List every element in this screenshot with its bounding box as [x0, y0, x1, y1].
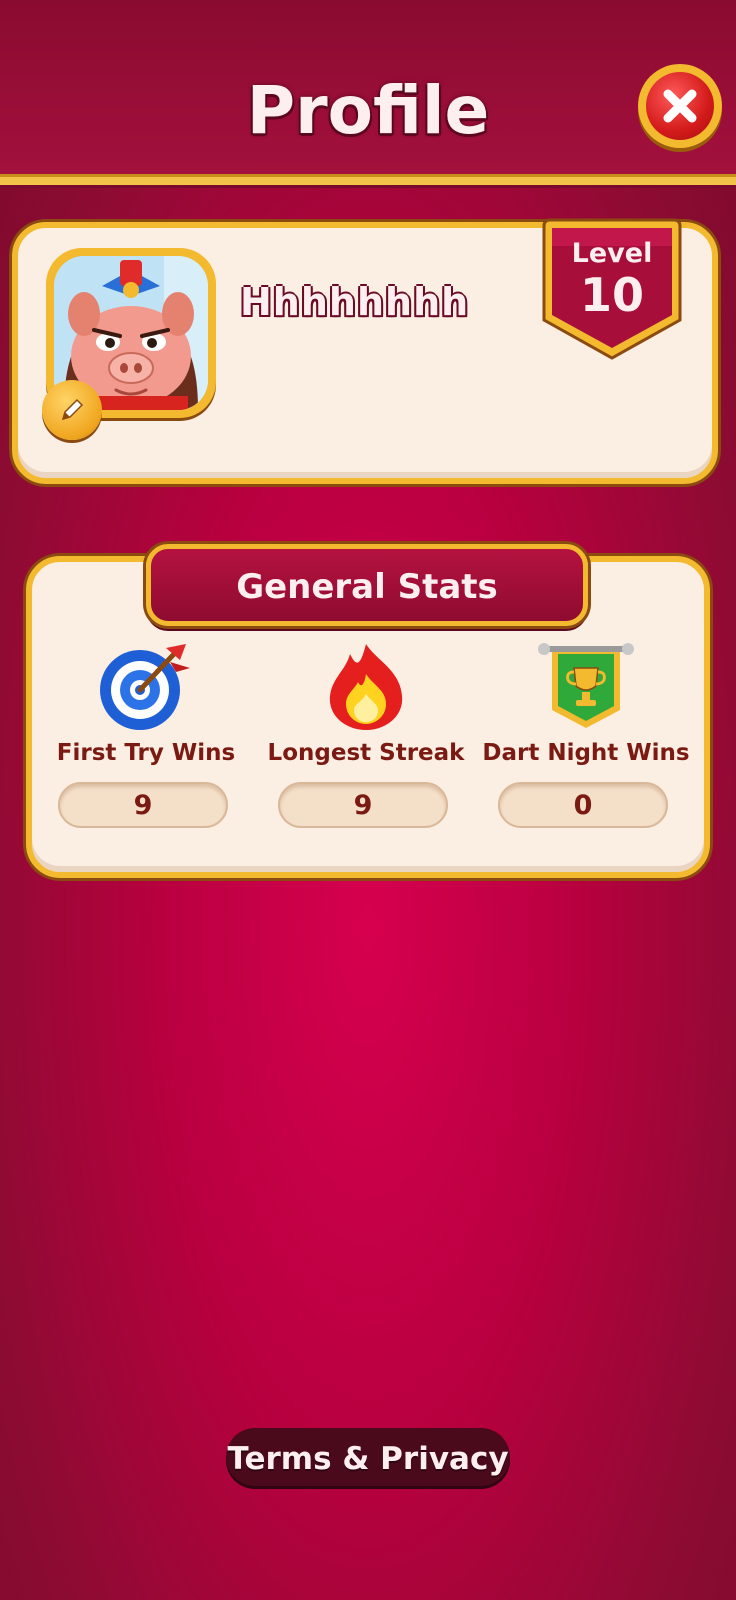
- username[interactable]: Hhhhhhhh: [240, 280, 469, 324]
- stat-value: 9: [278, 782, 448, 828]
- flame-icon: [329, 644, 403, 730]
- stat-value: 0: [498, 782, 668, 828]
- target-dart-icon: [100, 644, 190, 730]
- stat-label: Dart Night Wins: [482, 740, 690, 766]
- pencil-icon: [61, 398, 84, 421]
- terms-privacy-label: Terms & Privacy: [227, 1441, 509, 1477]
- level-badge: Level 10: [538, 216, 686, 366]
- level-value: 10: [579, 268, 644, 322]
- level-label: Level: [571, 238, 653, 269]
- close-icon: [663, 89, 697, 123]
- trophy-banner-icon: [538, 643, 634, 728]
- stat-value: 9: [58, 782, 228, 828]
- close-button[interactable]: [638, 64, 722, 148]
- stats-header: General Stats: [146, 544, 588, 626]
- stat-label: Longest Streak: [267, 740, 465, 766]
- header-divider: [0, 174, 736, 188]
- page-title: Profile: [246, 72, 490, 149]
- profile-card: Hhhhhhhh Level 10: [12, 218, 718, 484]
- stats-title: General Stats: [236, 567, 498, 607]
- edit-avatar-button[interactable]: [42, 380, 102, 440]
- terms-privacy-button[interactable]: Terms & Privacy: [226, 1428, 510, 1486]
- stat-label: First Try Wins: [56, 740, 236, 766]
